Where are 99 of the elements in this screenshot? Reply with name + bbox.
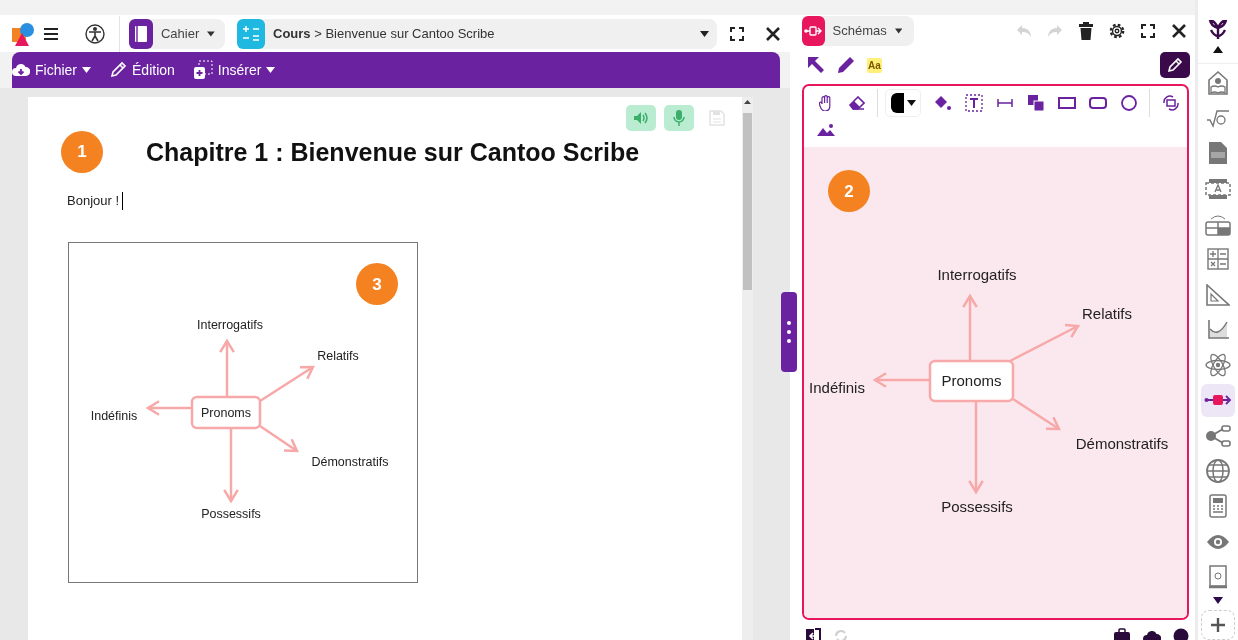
pencil-ruler-icon [1167, 57, 1183, 74]
caret-icon [82, 67, 91, 73]
draw-mode-button[interactable] [1160, 52, 1190, 79]
scroll-up-icon[interactable] [1213, 46, 1223, 53]
arrow [1012, 397, 1061, 431]
chapter-title: Chapitre 1 : Bienvenue sur Cantoo Scribe [146, 137, 640, 167]
pointer-arrow-icon[interactable] [807, 56, 825, 75]
measure-icon[interactable] [996, 97, 1013, 108]
menu-icon[interactable] [44, 27, 58, 40]
globe-icon [1206, 459, 1230, 484]
scanner-icon [1205, 177, 1231, 200]
pencil-icon[interactable] [837, 56, 855, 75]
number-badge: 3 [356, 263, 398, 305]
rectangle-icon[interactable] [1057, 96, 1076, 109]
briefcase-icon[interactable] [1113, 628, 1131, 640]
node-label[interactable]: Possessifs [941, 497, 1013, 515]
caret-icon [894, 27, 902, 34]
hand-icon[interactable] [818, 94, 833, 111]
exit-icon[interactable] [805, 628, 821, 640]
node-label[interactable]: Relatifs [1082, 304, 1132, 322]
arrow [872, 371, 930, 388]
atom-icon [1205, 353, 1231, 378]
menu-item[interactable]: Édition [109, 59, 175, 81]
accessibility-icon[interactable] [85, 23, 105, 44]
resize-handle[interactable] [781, 292, 797, 372]
scroll-down-icon[interactable] [1213, 597, 1223, 605]
text-style-button[interactable]: Aa [867, 57, 882, 73]
caret-icon [700, 30, 709, 37]
math-operations-icon [242, 24, 260, 43]
pdf-file-icon [1208, 141, 1228, 166]
arrow [259, 365, 315, 403]
color-swatch [890, 92, 904, 113]
tool-button[interactable] [1201, 383, 1235, 418]
diagram-icon [804, 25, 823, 36]
add-tool-button[interactable] [1201, 610, 1235, 640]
number-badge: 1 [61, 131, 103, 173]
pencil-icon [109, 61, 127, 79]
layer-order-icon[interactable] [1026, 93, 1045, 112]
circle-icon[interactable] [1120, 94, 1137, 111]
house-book-icon [1206, 69, 1230, 96]
math-operations-icon [1207, 248, 1229, 271]
microphone-icon [673, 110, 685, 126]
swap-icon[interactable] [1161, 94, 1180, 111]
cloud-upload-icon[interactable] [1143, 628, 1161, 640]
caret-icon [266, 67, 276, 73]
text-box-icon[interactable] [964, 93, 983, 112]
node-label[interactable]: Démonstratifs [311, 455, 389, 469]
fill-bucket-icon[interactable] [933, 94, 952, 111]
image-icon[interactable] [816, 123, 835, 136]
fullscreen-icon[interactable] [730, 26, 744, 41]
menu-item[interactable]: Insérer [192, 59, 276, 81]
number-badge: 2 [828, 169, 870, 212]
scroll-up-icon[interactable] [742, 97, 753, 107]
arrow [1009, 323, 1081, 362]
help-icon[interactable] [1173, 628, 1189, 640]
notebook-icon [134, 24, 148, 43]
app-logo[interactable] [12, 21, 36, 46]
caret-icon [906, 99, 916, 106]
rounded-rectangle-icon[interactable] [1088, 96, 1107, 109]
eraser-icon[interactable] [848, 95, 865, 110]
diagram-tool-dropdown[interactable]: Schémas [802, 15, 914, 46]
node-label[interactable]: Interrogatifs [937, 265, 1017, 283]
insert-icon [192, 60, 213, 80]
arrow [962, 293, 978, 361]
node-label[interactable]: Indéfinis [809, 378, 865, 396]
eye-icon [1206, 533, 1230, 550]
plant-logo-icon [1207, 20, 1229, 40]
settings-icon[interactable] [1109, 21, 1125, 40]
arrow [219, 338, 235, 397]
menu-item[interactable]: Fichier [12, 59, 91, 81]
calculator-icon [1209, 494, 1227, 519]
breadcrumb-bar[interactable]: Cours > Bienvenue sur Cantoo Scribe [237, 18, 717, 49]
read-aloud-button[interactable] [626, 105, 656, 131]
node-label[interactable]: Démonstratifs [1075, 434, 1169, 452]
arrow [259, 424, 299, 453]
square-root-icon [1206, 108, 1230, 129]
mind-map-icon [1205, 424, 1231, 447]
node-label[interactable]: Interrogatifs [197, 318, 263, 332]
trash-icon[interactable] [1078, 21, 1094, 40]
node-label[interactable]: Relatifs [317, 349, 359, 363]
caret-icon [207, 30, 215, 37]
node-label[interactable]: Indéfinis [90, 409, 138, 423]
concept-node[interactable]: Pronoms [928, 359, 1015, 402]
color-picker[interactable] [885, 88, 921, 117]
notebook-dropdown[interactable]: Cahier [129, 18, 225, 49]
graph-icon [1206, 318, 1230, 341]
scrollbar[interactable] [742, 97, 753, 640]
node-label[interactable]: Possessifs [201, 507, 261, 521]
body-text: Bonjour ! [67, 192, 124, 210]
ebook-icon [1208, 564, 1228, 589]
close-icon[interactable] [766, 26, 780, 41]
dictation-button[interactable] [664, 105, 694, 131]
plus-icon [1211, 618, 1225, 633]
close-icon[interactable] [1172, 23, 1186, 38]
concept-node[interactable]: Pronoms [190, 395, 262, 430]
fullscreen-icon[interactable] [1141, 23, 1155, 38]
diagram-icon [1204, 393, 1232, 408]
arrow [145, 400, 192, 416]
speaker-icon [633, 111, 649, 125]
